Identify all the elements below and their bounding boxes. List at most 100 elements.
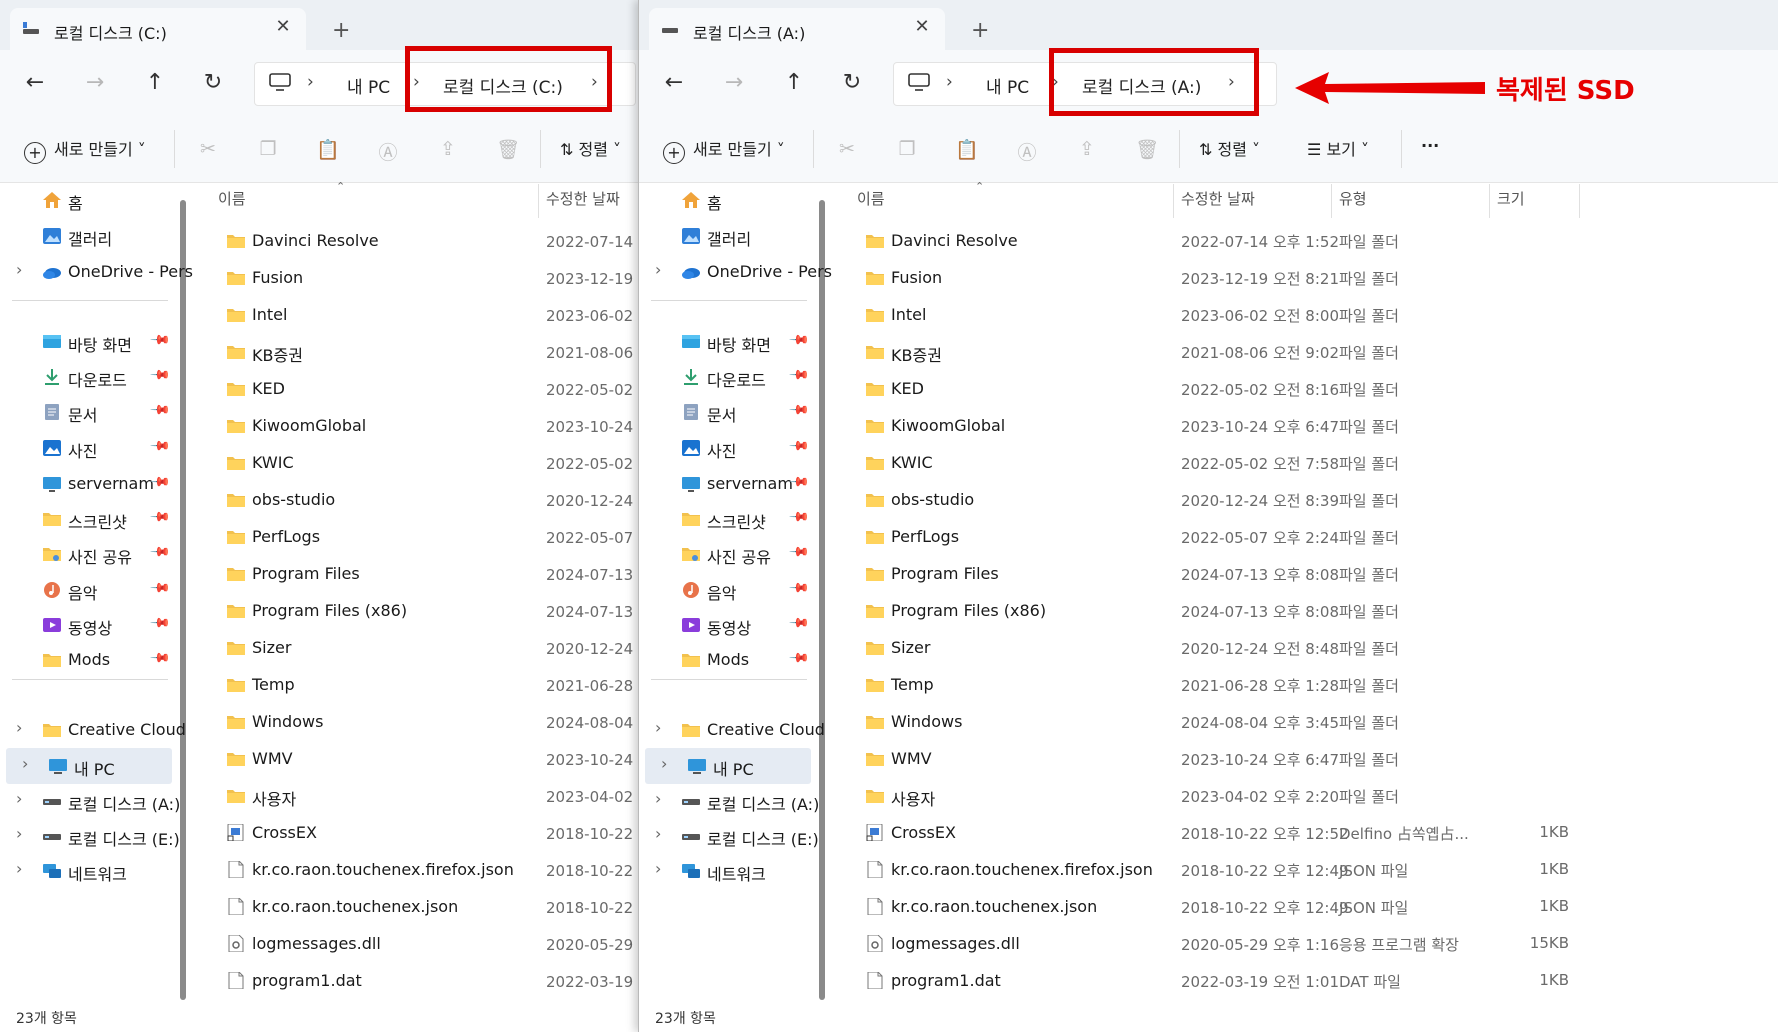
file-row[interactable]: kr.co.raon.touchenex.firefox.json 2018-10… (190, 851, 640, 888)
chevron-right-icon[interactable]: › (16, 718, 22, 737)
file-row[interactable]: PerfLogs 2022-05-07 오 (190, 518, 640, 555)
column-date[interactable]: 수정한 날짜 (1181, 188, 1255, 209)
share-icon[interactable]: ⇪ (436, 138, 460, 162)
pin-icon[interactable]: 📌 (149, 435, 171, 457)
column-name[interactable]: 이름 (857, 188, 885, 209)
file-row[interactable]: KED 2022-05-02 오 (190, 370, 640, 407)
file-row[interactable]: Program Files (x86) 2024-07-13 오 (190, 592, 640, 629)
sidebar-item[interactable]: 사진 공유 📌 (0, 536, 172, 572)
file-row[interactable]: kr.co.raon.touchenex.json 2018-10-22 오후 1… (829, 888, 1778, 925)
refresh-icon[interactable]: ↻ (835, 66, 869, 100)
up-icon[interactable]: ↑ (138, 66, 172, 100)
chevron-right-icon[interactable]: › (16, 260, 22, 279)
file-row[interactable]: Windows 2024-08-04 오후 3:45 파일 폴더 (829, 703, 1778, 740)
sidebar-item[interactable]: › 로컬 디스크 (A:) (0, 783, 180, 819)
sidebar-item[interactable]: 홈 (639, 182, 811, 218)
chevron-right-icon[interactable]: › (16, 859, 22, 878)
file-row[interactable]: WMV 2023-10-24 오후 6:47 파일 폴더 (829, 740, 1778, 777)
file-row[interactable]: program1.dat 2022-03-19 오전 1:01 DAT 파일 1KB (829, 962, 1778, 999)
refresh-icon[interactable]: ↻ (196, 66, 230, 100)
file-row[interactable]: Program Files 2024-07-13 오 (190, 555, 640, 592)
chevron-right-icon[interactable]: › (655, 824, 661, 843)
close-icon[interactable]: ✕ (270, 16, 296, 37)
file-row[interactable]: CrossEX 2018-10-22 오 (190, 814, 640, 851)
tab-local-disk-c[interactable]: 로컬 디스크 (C:) ✕ (10, 8, 306, 52)
sidebar-item[interactable]: › 내 PC (6, 748, 172, 784)
scrollbar[interactable] (180, 200, 186, 1000)
file-row[interactable]: Sizer 2020-12-24 오전 8:48 파일 폴더 (829, 629, 1778, 666)
close-icon[interactable]: ✕ (909, 16, 935, 37)
file-row[interactable]: Program Files 2024-07-13 오후 8:08 파일 폴더 (829, 555, 1778, 592)
sidebar-item[interactable]: 동영상 📌 (639, 607, 811, 643)
sidebar-item[interactable]: 사진 📌 (0, 430, 172, 466)
file-row[interactable]: logmessages.dll 2020-05-29 오 (190, 925, 640, 962)
forward-icon[interactable]: → (717, 66, 751, 100)
copy-icon[interactable]: ❐ (256, 138, 280, 162)
delete-icon[interactable]: 🗑 (496, 138, 520, 162)
file-row[interactable]: Windows 2024-08-04 오 (190, 703, 640, 740)
sidebar-item[interactable]: 동영상 📌 (0, 607, 172, 643)
file-row[interactable]: Fusion 2023-12-19 오 (190, 259, 640, 296)
sidebar-item[interactable]: 갤러리 (0, 218, 172, 254)
file-row[interactable]: CrossEX 2018-10-22 오후 12:52 Delfino 占쏙옙占..… (829, 814, 1778, 851)
pin-icon[interactable]: 📌 (788, 364, 810, 386)
sidebar-item[interactable]: Mods 📌 (0, 642, 172, 678)
sidebar-item[interactable]: 바탕 화면 📌 (639, 324, 811, 360)
column-size[interactable]: 크기 (1497, 188, 1525, 209)
sidebar-item[interactable]: 문서 📌 (0, 394, 172, 430)
file-row[interactable]: KiwoomGlobal 2023-10-24 오 (190, 407, 640, 444)
sidebar-item[interactable]: › Creative Cloud (639, 712, 825, 748)
more-options-icon[interactable]: ··· (1421, 136, 1439, 155)
pin-icon[interactable]: 📌 (149, 329, 171, 351)
sidebar-item[interactable]: 스크린샷 📌 (0, 501, 172, 537)
file-row[interactable]: kr.co.raon.touchenex.json 2018-10-22 오 (190, 888, 640, 925)
sidebar-item[interactable]: 갤러리 (639, 218, 811, 254)
file-row[interactable]: kr.co.raon.touchenex.firefox.json 2018-10… (829, 851, 1778, 888)
sidebar-item[interactable]: 바탕 화면 📌 (0, 324, 172, 360)
column-type[interactable]: 유형 (1339, 188, 1367, 209)
file-row[interactable]: PerfLogs 2022-05-07 오후 2:24 파일 폴더 (829, 518, 1778, 555)
sort-button[interactable]: ⇅ 정렬 ˅ (560, 136, 621, 160)
column-date[interactable]: 수정한 날짜 (546, 188, 620, 209)
cut-icon[interactable]: ✂ (196, 138, 220, 162)
share-icon[interactable]: ⇪ (1075, 138, 1099, 162)
pin-icon[interactable]: 📌 (788, 541, 810, 563)
scrollbar[interactable] (819, 200, 825, 1000)
file-row[interactable]: Temp 2021-06-28 오후 1:28 파일 폴더 (829, 666, 1778, 703)
sidebar-item[interactable]: 음악 📌 (639, 572, 811, 608)
column-name[interactable]: 이름 (218, 188, 246, 209)
pin-icon[interactable]: 📌 (788, 329, 810, 351)
sidebar-item[interactable]: servernam 📌 (639, 466, 811, 502)
paste-icon[interactable]: 📋 (955, 138, 979, 162)
file-row[interactable]: Fusion 2023-12-19 오전 8:21 파일 폴더 (829, 259, 1778, 296)
file-row[interactable]: Temp 2021-06-28 오 (190, 666, 640, 703)
sidebar-item[interactable]: 음악 📌 (0, 572, 172, 608)
sidebar-item[interactable]: 홈 (0, 182, 172, 218)
pin-icon[interactable]: 📌 (788, 435, 810, 457)
chevron-right-icon[interactable]: › (655, 789, 661, 808)
file-row[interactable]: KED 2022-05-02 오전 8:16 파일 폴더 (829, 370, 1778, 407)
forward-icon[interactable]: → (78, 66, 112, 100)
chevron-right-icon[interactable]: › (661, 754, 667, 773)
rename-icon[interactable]: Ⓐ (1015, 138, 1039, 164)
file-row[interactable]: KWIC 2022-05-02 오 (190, 444, 640, 481)
file-row[interactable]: 사용자 2023-04-02 오 (190, 777, 640, 814)
sidebar-item[interactable]: › 네트워크 (639, 853, 811, 889)
file-row[interactable]: KiwoomGlobal 2023-10-24 오후 6:47 파일 폴더 (829, 407, 1778, 444)
file-row[interactable]: WMV 2023-10-24 오 (190, 740, 640, 777)
view-button[interactable]: ☰ 보기 ˅ (1307, 136, 1369, 160)
cut-icon[interactable]: ✂ (835, 138, 859, 162)
sidebar-item[interactable]: › 내 PC (645, 748, 811, 784)
sidebar-item[interactable]: servernam 📌 (0, 466, 172, 502)
file-row[interactable]: Intel 2023-06-02 오 (190, 296, 640, 333)
pin-icon[interactable]: 📌 (788, 612, 810, 634)
pin-icon[interactable]: 📌 (149, 364, 171, 386)
pin-icon[interactable]: 📌 (788, 647, 810, 669)
pin-icon[interactable]: 📌 (149, 612, 171, 634)
sidebar-item[interactable]: › 로컬 디스크 (E:) (639, 818, 819, 854)
pin-icon[interactable]: 📌 (149, 647, 171, 669)
new-tab-icon[interactable]: + (332, 18, 350, 43)
pin-icon[interactable]: 📌 (149, 541, 171, 563)
pin-icon[interactable]: 📌 (788, 577, 810, 599)
file-row[interactable]: 사용자 2023-04-02 오후 2:20 파일 폴더 (829, 777, 1778, 814)
